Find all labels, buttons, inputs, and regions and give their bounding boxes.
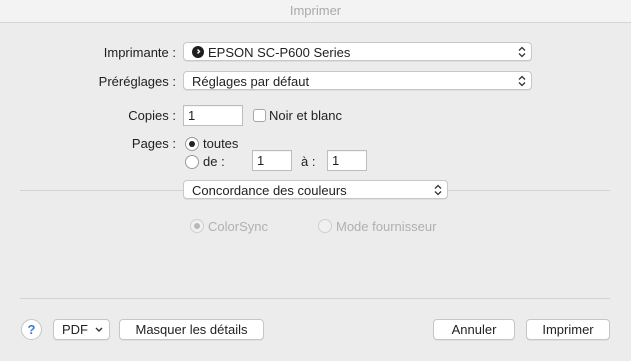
copies-label: Copies :	[128, 108, 176, 123]
pages-range-label: de :	[203, 154, 225, 169]
vendor-mode-label: Mode fournisseur	[336, 219, 437, 234]
colorsync-label: ColorSync	[208, 219, 268, 234]
pages-to-label: à :	[301, 154, 316, 169]
pdf-label: PDF	[62, 322, 88, 337]
printer-label: Imprimante :	[103, 45, 176, 60]
printer-popup[interactable]: EPSON SC-P600 Series	[183, 42, 532, 61]
window-title: Imprimer	[0, 0, 631, 23]
black-white-label: Noir et blanc	[269, 108, 342, 123]
pages-from-field[interactable]: 1	[252, 150, 292, 171]
printer-icon	[192, 46, 204, 58]
section-popup[interactable]: Concordance des couleurs	[183, 180, 448, 199]
presets-label: Préréglages :	[98, 74, 176, 89]
popup-arrows-icon	[518, 46, 526, 58]
popup-arrows-icon	[434, 184, 442, 196]
presets-value: Réglages par défaut	[192, 74, 310, 89]
pages-all-label: toutes	[203, 136, 239, 151]
popup-arrows-icon	[518, 75, 526, 87]
colorsync-radio[interactable]	[190, 219, 204, 233]
pages-to-field[interactable]: 1	[327, 150, 367, 171]
help-button[interactable]: ?	[21, 319, 42, 340]
pages-label: Pages :	[131, 136, 176, 151]
section-value: Concordance des couleurs	[192, 183, 347, 198]
black-white-checkbox[interactable]	[253, 109, 266, 122]
hide-details-button[interactable]: Masquer les détails	[119, 319, 264, 340]
cancel-button[interactable]: Annuler	[433, 319, 515, 340]
presets-popup[interactable]: Réglages par défaut	[183, 71, 532, 90]
print-button[interactable]: Imprimer	[526, 319, 610, 340]
vendor-mode-radio[interactable]	[318, 219, 332, 233]
footer-divider	[20, 298, 610, 299]
pdf-menu-button[interactable]: PDF	[53, 319, 110, 340]
printer-value: EPSON SC-P600 Series	[208, 45, 351, 60]
chevron-down-icon	[95, 327, 103, 332]
pages-all-radio[interactable]	[185, 137, 199, 151]
copies-field[interactable]: 1	[183, 105, 243, 126]
pages-range-radio[interactable]	[185, 155, 199, 169]
